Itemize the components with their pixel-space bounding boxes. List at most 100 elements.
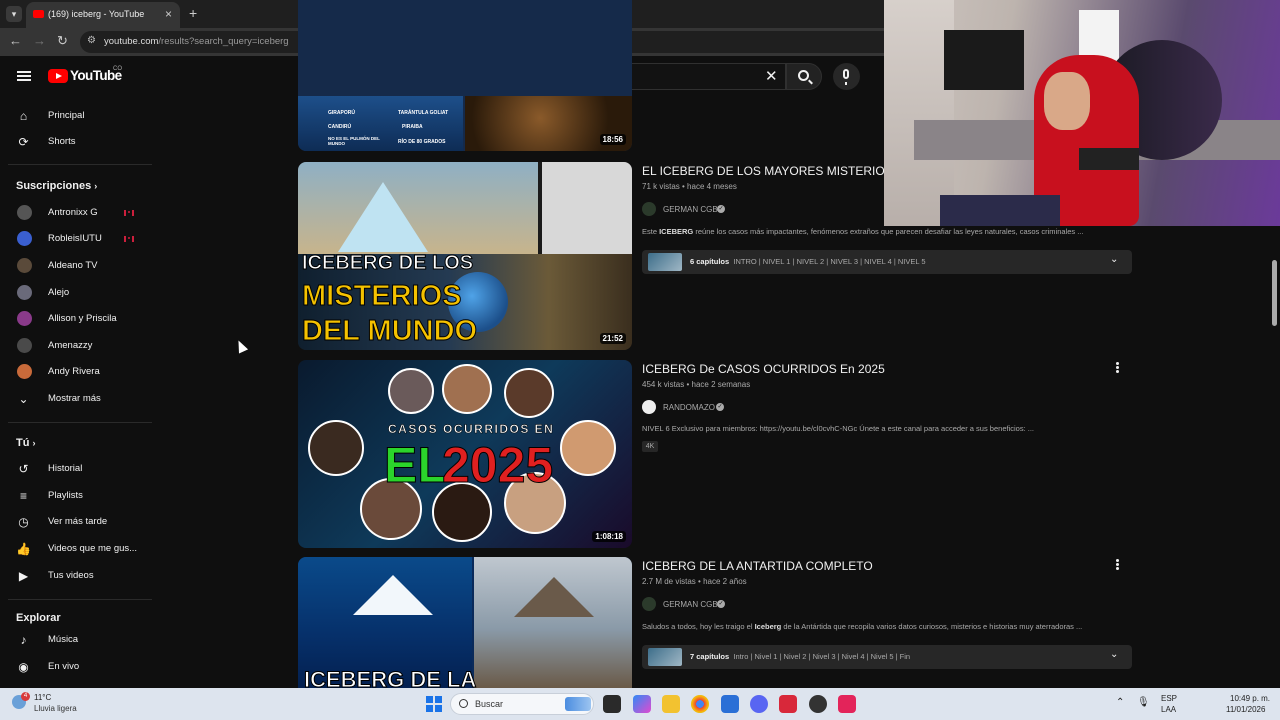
show-more-button[interactable]: ⌄ Mostrar más <box>0 386 152 412</box>
divider <box>8 164 152 165</box>
video-title[interactable]: EL ICEBERG DE LOS MAYORES MISTERIOS DE <box>642 164 913 178</box>
chapters-expander[interactable]: 7 capítulos Intro | Nivel 1 | Nivel 2 | … <box>642 645 1132 669</box>
description-text: de la Antártida que recopila varios dato… <box>781 622 1083 631</box>
keyboard-layout[interactable]: LAA <box>1161 705 1176 714</box>
clock-date[interactable]: 11/01/2026 <box>1226 705 1265 714</box>
windows-start-icon[interactable] <box>426 696 442 712</box>
video-title[interactable]: ICEBERG DE LA ANTARTIDA COMPLETO <box>642 559 873 573</box>
thumb-text: DEL MUNDO <box>301 315 478 348</box>
subscription-item[interactable]: Amenazzy <box>0 333 152 359</box>
voice-search-button[interactable] <box>833 63 860 90</box>
subscription-item[interactable]: Allison y Priscila <box>0 306 152 332</box>
video-title[interactable]: ICEBERG De CASOS OCURRIDOS En 2025 <box>642 362 885 376</box>
tray-chevron-icon[interactable]: ⌃ <box>1116 697 1124 708</box>
subscription-item[interactable]: Alejo <box>0 280 152 306</box>
music-icon: ♪ <box>20 633 27 647</box>
store-icon[interactable] <box>721 695 739 713</box>
more-options-icon[interactable] <box>1116 559 1120 571</box>
sidebar: ⌂ Principal ⟳ Shorts Suscripciones › Ant… <box>0 96 152 688</box>
sidebar-item-label: Shorts <box>48 136 76 147</box>
discord-icon[interactable] <box>750 695 768 713</box>
search-button[interactable] <box>786 63 822 90</box>
taskbar-search[interactable]: Buscar <box>450 693 594 715</box>
chapters-list: Intro | Nivel 1 | Nivel 2 | Nivel 3 | Ni… <box>733 652 911 661</box>
app-icon[interactable] <box>838 695 856 713</box>
mouse-cursor-icon <box>233 338 249 354</box>
forward-icon[interactable]: → <box>33 33 46 48</box>
subscription-item[interactable]: Aldeano TV <box>0 253 152 279</box>
chapters-text: 7 capítulos Intro | Nivel 1 | Nivel 2 | … <box>690 652 910 661</box>
back-icon[interactable]: ← <box>9 33 22 48</box>
search-highlight-icon <box>565 697 591 711</box>
reload-icon[interactable]: ↻ <box>57 33 68 49</box>
sidebar-item-your-videos[interactable]: ▶ Tus videos <box>0 563 152 589</box>
duration-badge: 18:56 <box>599 134 626 145</box>
scrollbar-thumb[interactable] <box>1272 260 1277 326</box>
video-meta: 2.7 M de vistas • hace 2 años <box>642 577 747 586</box>
sidebar-item-label: En vivo <box>48 661 80 672</box>
verified-icon: ✓ <box>717 600 725 608</box>
thumb-text: TARÁNTULA GOLIAT <box>398 110 449 116</box>
sidebar-item-liked[interactable]: 👍 Videos que me gus... <box>0 536 152 562</box>
subscription-label: Aldeano TV <box>48 260 98 271</box>
duration-badge: 1:08:18 <box>592 531 626 542</box>
menu-icon[interactable] <box>17 71 31 81</box>
avatar <box>17 205 32 220</box>
live-indicator-icon <box>124 236 134 242</box>
thumbnail-panel <box>542 162 632 254</box>
live-indicator-icon <box>124 210 134 216</box>
avatar <box>17 258 32 273</box>
chapter-thumbnail <box>648 253 682 271</box>
chrome-icon[interactable] <box>691 695 709 713</box>
url-host: youtube.com <box>104 36 159 47</box>
microphone-icon[interactable]: 🎙 <box>1137 697 1150 708</box>
app-icon[interactable] <box>779 695 797 713</box>
avatar <box>642 597 656 611</box>
chapters-expander[interactable]: 6 capítulos INTRO | NIVEL 1 | NIVEL 2 | … <box>642 250 1132 274</box>
tab-close-icon[interactable]: × <box>165 7 172 21</box>
video-description: Este ICEBERG reúne los casos más impacta… <box>642 227 1083 236</box>
sidebar-item-playlists[interactable]: ≡ Playlists <box>0 483 152 509</box>
duration-badge: 21:52 <box>599 333 626 344</box>
channel-name: RANDOMAZO <box>663 403 715 412</box>
site-info-icon[interactable]: ⚙ <box>87 35 96 46</box>
video-thumbnail[interactable]: ICEBERG DE LA <box>298 557 632 688</box>
clear-search-icon[interactable]: ✕ <box>765 67 778 85</box>
video-thumbnail[interactable]: ICEBERG DE LOS MISTERIOS DEL MUNDO 21:52 <box>298 162 632 350</box>
video-thumbnail[interactable]: GIRAPORÚ TARÁNTULA GOLIAT CANDIRÚ PIRAIB… <box>298 0 632 151</box>
chevron-right-icon: › <box>32 438 36 448</box>
screen: ▾ (169) iceberg - YouTube × + ← → ↻ ⚙ yo… <box>0 0 1280 720</box>
video-result[interactable]: ICEBERG DE LA ICEBERG DE LA ANTARTIDA CO… <box>298 557 1132 688</box>
tab-youtube[interactable]: (169) iceberg - YouTube × <box>26 2 180 28</box>
sidebar-item-live[interactable]: ◉ En vivo <box>0 654 152 680</box>
clock-time[interactable]: 10:49 p. m. <box>1230 694 1270 703</box>
subscription-item[interactable]: Antronixx G <box>0 200 152 226</box>
sidebar-item-shorts[interactable]: ⟳ Shorts <box>0 129 152 155</box>
subscription-item[interactable]: Andy Rivera <box>0 359 152 385</box>
video-thumbnail[interactable]: CASOS OCURRIDOS EN EL 2025 1:08:18 <box>298 360 632 548</box>
thumb-text: EL <box>384 437 449 494</box>
live-icon: ◉ <box>18 660 29 674</box>
sidebar-item-history[interactable]: ↺ Historial <box>0 456 152 482</box>
avatar <box>17 338 32 353</box>
subscription-item[interactable]: RobleisIUTU <box>0 226 152 252</box>
weather-badge: 4 <box>21 692 30 701</box>
sidebar-item-watch-later[interactable]: ◷ Ver más tarde <box>0 509 152 535</box>
task-view-icon[interactable] <box>603 695 621 713</box>
sidebar-item-principal[interactable]: ⌂ Principal <box>0 103 152 129</box>
copilot-icon[interactable] <box>633 695 651 713</box>
upload-age: hace 4 meses <box>687 182 737 191</box>
tab-search-icon[interactable]: ▾ <box>6 6 22 22</box>
file-explorer-icon[interactable] <box>662 695 680 713</box>
video-result[interactable]: CASOS OCURRIDOS EN EL 2025 1:08:18 ICEBE… <box>298 360 1132 548</box>
language-code[interactable]: ESP <box>1161 694 1177 703</box>
subscriptions-heading[interactable]: Suscripciones › <box>16 180 97 192</box>
app-icon[interactable] <box>809 695 827 713</box>
you-heading[interactable]: Tú › <box>16 437 36 449</box>
new-tab-icon[interactable]: + <box>189 5 197 21</box>
chapters-count: 6 capítulos <box>690 257 730 266</box>
sidebar-item-music[interactable]: ♪ Música <box>0 627 152 653</box>
liked-icon: 👍 <box>16 542 31 556</box>
youtube-logo-icon[interactable] <box>48 69 68 83</box>
more-options-icon[interactable] <box>1116 362 1120 374</box>
